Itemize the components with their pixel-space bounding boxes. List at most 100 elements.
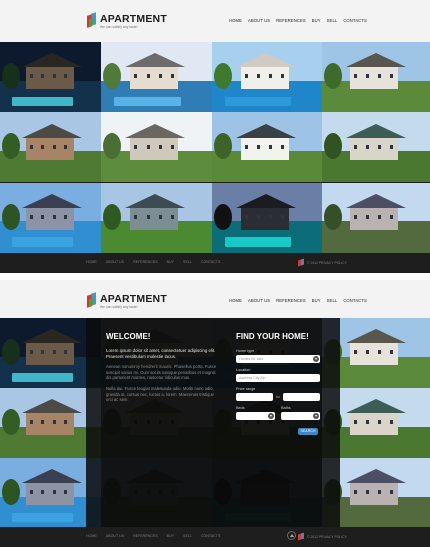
footer-nav-buy[interactable]: Buy (167, 534, 174, 538)
nav-about-us[interactable]: About Us (248, 18, 270, 23)
house-photo[interactable] (212, 42, 322, 112)
nav-contacts[interactable]: Contacts (343, 18, 367, 23)
photo-tree (103, 203, 122, 230)
price-max-input[interactable] (282, 393, 320, 401)
house-photo[interactable] (101, 42, 212, 112)
footer-nav-contacts[interactable]: Contacts (201, 534, 221, 538)
chevron-down-icon (268, 413, 274, 419)
beds-select[interactable] (236, 412, 275, 420)
footer-nav-sell[interactable]: Sell (183, 534, 192, 538)
footer-nav-buy[interactable]: Buy (167, 260, 174, 264)
footer-nav-2: Home About Us References Buy Sell Contac… (86, 534, 220, 538)
house-photo[interactable] (0, 42, 101, 112)
chevron-down-icon (313, 356, 319, 362)
photo-roof (345, 399, 406, 414)
photo-pool (12, 237, 73, 248)
photo-house (26, 483, 75, 506)
photo-house (129, 207, 178, 230)
house-photo[interactable] (212, 182, 322, 253)
price-min-input[interactable] (236, 393, 274, 401)
photo-window (257, 144, 261, 149)
footer-nav-references[interactable]: References (133, 534, 158, 538)
photo-tree (324, 203, 343, 230)
photo-house (129, 137, 178, 160)
house-photo[interactable] (322, 182, 430, 253)
photo-roof (22, 53, 83, 68)
photo-window (63, 74, 67, 79)
photo-roof (345, 329, 406, 344)
home-type-select[interactable]: Homes for sale (236, 355, 320, 363)
photo-window (63, 350, 67, 355)
price-separator: to (276, 395, 280, 399)
photo-window (52, 214, 56, 219)
find-home-heading: FIND YOUR HOME! (236, 332, 309, 341)
nav-sell[interactable]: Sell (327, 298, 338, 303)
nav-sell[interactable]: Sell (327, 18, 338, 23)
footer-nav-contacts[interactable]: Contacts (201, 260, 221, 264)
footer-2: Home About Us References Buy Sell Contac… (0, 527, 430, 547)
house-photo[interactable] (101, 112, 212, 183)
photo-pool (12, 96, 73, 107)
copyright-text[interactable]: © 2012 PRIVACY POLICY (307, 261, 347, 265)
photo-window (366, 214, 370, 219)
footer-nav-home[interactable]: Home (86, 260, 97, 264)
logo-mark-icon (87, 12, 96, 28)
logo-tagline-2: We can satisfy any taste! (100, 305, 138, 309)
footer-nav-sell[interactable]: Sell (183, 260, 192, 264)
photo-roof (345, 53, 406, 68)
photo-window (63, 214, 67, 219)
house-photo[interactable] (212, 112, 322, 183)
photo-window (354, 490, 358, 495)
copyright-text-2[interactable]: © 2012 PRIVACY POLICY (307, 535, 347, 539)
footer-nav-about-us[interactable]: About Us (106, 534, 124, 538)
photo-window (41, 214, 45, 219)
nav-references[interactable]: References (276, 298, 306, 303)
logo-2[interactable]: APARTMENT We can satisfy any taste! (87, 292, 167, 311)
photo-window (41, 420, 45, 425)
photo-tree (2, 339, 21, 365)
header-2: APARTMENT We can satisfy any taste! Home… (0, 280, 430, 322)
photo-window (134, 214, 138, 219)
footer-nav-references[interactable]: References (133, 260, 158, 264)
home-type-label: Home type (236, 349, 255, 353)
photo-window (158, 74, 162, 79)
photo-window (366, 490, 370, 495)
photo-window (245, 74, 248, 79)
photo-window (378, 74, 382, 79)
photo-pool (12, 512, 73, 523)
house-photo[interactable] (101, 182, 212, 253)
photo-house (240, 207, 289, 230)
nav-about-us[interactable]: About Us (248, 298, 270, 303)
photo-tree (2, 63, 21, 89)
photo-house (350, 343, 399, 366)
nav-home[interactable]: Home (229, 18, 242, 23)
photo-window (354, 74, 358, 79)
photo-window (269, 214, 273, 219)
photo-window (30, 420, 34, 425)
footer-nav-about-us[interactable]: About Us (106, 260, 124, 264)
house-photo[interactable] (0, 182, 101, 253)
scroll-top-icon[interactable] (287, 531, 296, 540)
photo-house (240, 137, 289, 160)
nav-contacts[interactable]: Contacts (343, 298, 367, 303)
page-divider (0, 273, 430, 280)
nav-references[interactable]: References (276, 18, 306, 23)
photo-roof (236, 53, 297, 68)
house-photo[interactable] (322, 112, 430, 183)
baths-select[interactable] (281, 412, 320, 420)
photo-window (366, 350, 370, 355)
house-photo[interactable] (0, 112, 101, 183)
footer-nav-home[interactable]: Home (86, 534, 97, 538)
photo-window (146, 74, 150, 79)
photo-house (350, 207, 399, 230)
search-button[interactable]: Search (298, 428, 318, 435)
nav-buy[interactable]: Buy (312, 298, 321, 303)
logo[interactable]: APARTMENT We can satisfy any taste! (87, 12, 167, 31)
photo-window (281, 214, 285, 219)
nav-home[interactable]: Home (229, 298, 242, 303)
house-photo[interactable] (322, 42, 430, 112)
photo-window (30, 490, 34, 495)
location-input[interactable]: Address City Zip (236, 374, 320, 382)
nav-buy[interactable]: Buy (312, 18, 321, 23)
photo-window (354, 144, 358, 149)
